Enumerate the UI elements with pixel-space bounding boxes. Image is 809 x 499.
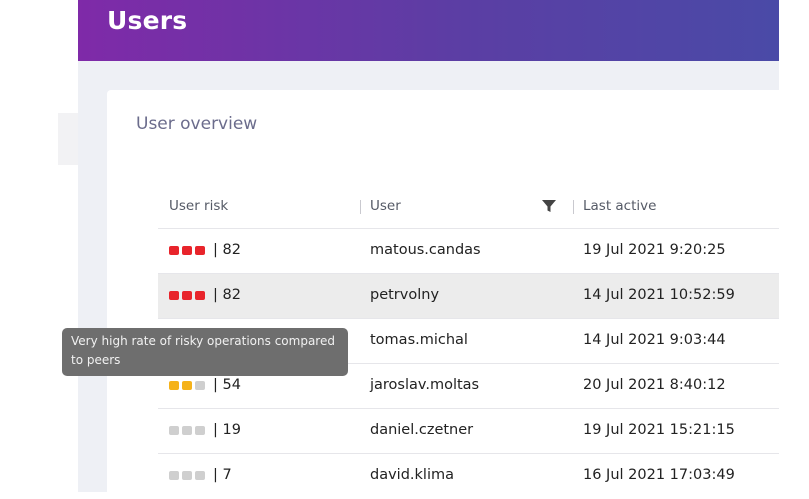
risk-score: | 54 — [213, 377, 241, 393]
table-row[interactable]: | 82 matous.candas 19 Jul 2021 9:20:25 — [158, 228, 779, 274]
last-active-cell: 14 Jul 2021 9:03:44 — [583, 332, 726, 348]
risk-dot — [195, 380, 205, 390]
column-header-last-active[interactable]: Last active — [583, 198, 656, 214]
risk-dot — [195, 470, 205, 480]
last-active-cell: 19 Jul 2021 15:21:15 — [583, 422, 735, 438]
risk-dot — [169, 290, 179, 300]
user-risk-cell: | 82 — [169, 242, 241, 258]
last-active-cell: 20 Jul 2021 8:40:12 — [583, 377, 726, 393]
risk-dot — [169, 470, 179, 480]
risk-score: | 82 — [213, 242, 241, 258]
user-risk-cell: | 54 — [169, 377, 241, 393]
last-active-cell: 19 Jul 2021 9:20:25 — [583, 242, 726, 258]
column-separator — [360, 200, 361, 214]
user-overview-card: User overview User risk User Last active… — [107, 90, 779, 492]
page-title: Users — [107, 6, 188, 35]
risk-dot — [195, 245, 205, 255]
sidebar-stub — [58, 113, 78, 165]
left-gutter — [0, 0, 78, 492]
risk-dot — [182, 425, 192, 435]
app-main: Users User overview User risk User Last … — [78, 0, 779, 492]
risk-dot — [169, 380, 179, 390]
page-header: Users — [78, 0, 779, 61]
risk-dot — [182, 290, 192, 300]
card-title: User overview — [136, 114, 258, 134]
table-row[interactable]: | 7 david.klima 16 Jul 2021 17:03:49 — [158, 453, 779, 499]
last-active-cell: 16 Jul 2021 17:03:49 — [583, 467, 735, 483]
table-row[interactable]: | 82 petrvolny 14 Jul 2021 10:52:59 — [158, 273, 779, 319]
user-name-cell: matous.candas — [370, 242, 481, 258]
risk-dot — [195, 425, 205, 435]
filter-icon[interactable] — [541, 198, 557, 214]
user-name-cell: jaroslav.moltas — [370, 377, 480, 393]
table-row[interactable]: | 19 daniel.czetner 19 Jul 2021 15:21:15 — [158, 408, 779, 454]
risk-score: | 7 — [213, 467, 232, 483]
risk-dot — [195, 290, 205, 300]
column-header-user[interactable]: User — [370, 198, 401, 214]
user-name-cell: tomas.michal — [370, 332, 468, 348]
last-active-cell: 14 Jul 2021 10:52:59 — [583, 287, 735, 303]
user-risk-cell: | 82 — [169, 287, 241, 303]
user-risk-cell: | 7 — [169, 467, 232, 483]
user-risk-cell: | 19 — [169, 422, 241, 438]
risk-dot — [182, 470, 192, 480]
risk-dot — [182, 245, 192, 255]
user-name-cell: daniel.czetner — [370, 422, 474, 438]
risk-tooltip: Very high rate of risky operations compa… — [62, 328, 348, 376]
risk-score: | 19 — [213, 422, 241, 438]
user-name-cell: david.klima — [370, 467, 454, 483]
risk-score: | 82 — [213, 287, 241, 303]
column-header-user-risk[interactable]: User risk — [169, 198, 228, 214]
risk-dot — [169, 245, 179, 255]
risk-dot — [182, 380, 192, 390]
user-name-cell: petrvolny — [370, 287, 440, 303]
risk-dot — [169, 425, 179, 435]
column-separator — [573, 200, 574, 214]
